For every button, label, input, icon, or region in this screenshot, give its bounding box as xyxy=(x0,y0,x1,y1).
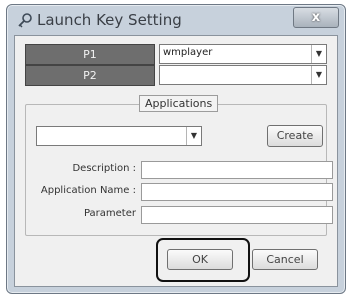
p1-app-value: wmplayer xyxy=(163,47,213,58)
p1-key-label: P1 xyxy=(25,44,155,65)
p1-app-select[interactable]: wmplayer ▼ xyxy=(159,44,327,64)
launch-key-setting-dialog: Launch Key Setting x P1 wmplayer ▼ P2 ▼ … xyxy=(6,4,346,294)
chevron-down-icon[interactable]: ▼ xyxy=(311,66,326,84)
application-name-field[interactable] xyxy=(141,183,333,201)
create-button[interactable]: Create xyxy=(267,125,323,147)
key-icon xyxy=(18,13,32,28)
application-select[interactable]: ▼ xyxy=(36,126,202,146)
description-label: Description : xyxy=(72,163,136,174)
chevron-down-icon[interactable]: ▼ xyxy=(311,45,326,63)
applications-group: Applications ▼ Create Description : Appl… xyxy=(25,95,333,236)
cancel-button[interactable]: Cancel xyxy=(252,249,318,270)
p2-app-select[interactable]: ▼ xyxy=(159,65,327,85)
application-name-label: Application Name : xyxy=(40,185,136,196)
description-field[interactable] xyxy=(141,161,333,179)
p2-key-label: P2 xyxy=(25,65,155,86)
close-button[interactable]: x xyxy=(293,7,339,28)
ok-button[interactable]: OK xyxy=(167,249,233,270)
window-title: Launch Key Setting xyxy=(37,11,182,29)
chevron-down-icon[interactable]: ▼ xyxy=(186,127,201,145)
dialog-body: P1 wmplayer ▼ P2 ▼ Applications ▼ Create… xyxy=(14,35,338,287)
applications-group-title[interactable]: Applications xyxy=(139,95,219,112)
parameter-field[interactable] xyxy=(141,206,333,224)
title-bar[interactable]: Launch Key Setting x xyxy=(7,5,345,33)
key-assignment-group: P1 wmplayer ▼ P2 ▼ xyxy=(25,44,327,86)
parameter-label: Parameter xyxy=(83,208,136,219)
